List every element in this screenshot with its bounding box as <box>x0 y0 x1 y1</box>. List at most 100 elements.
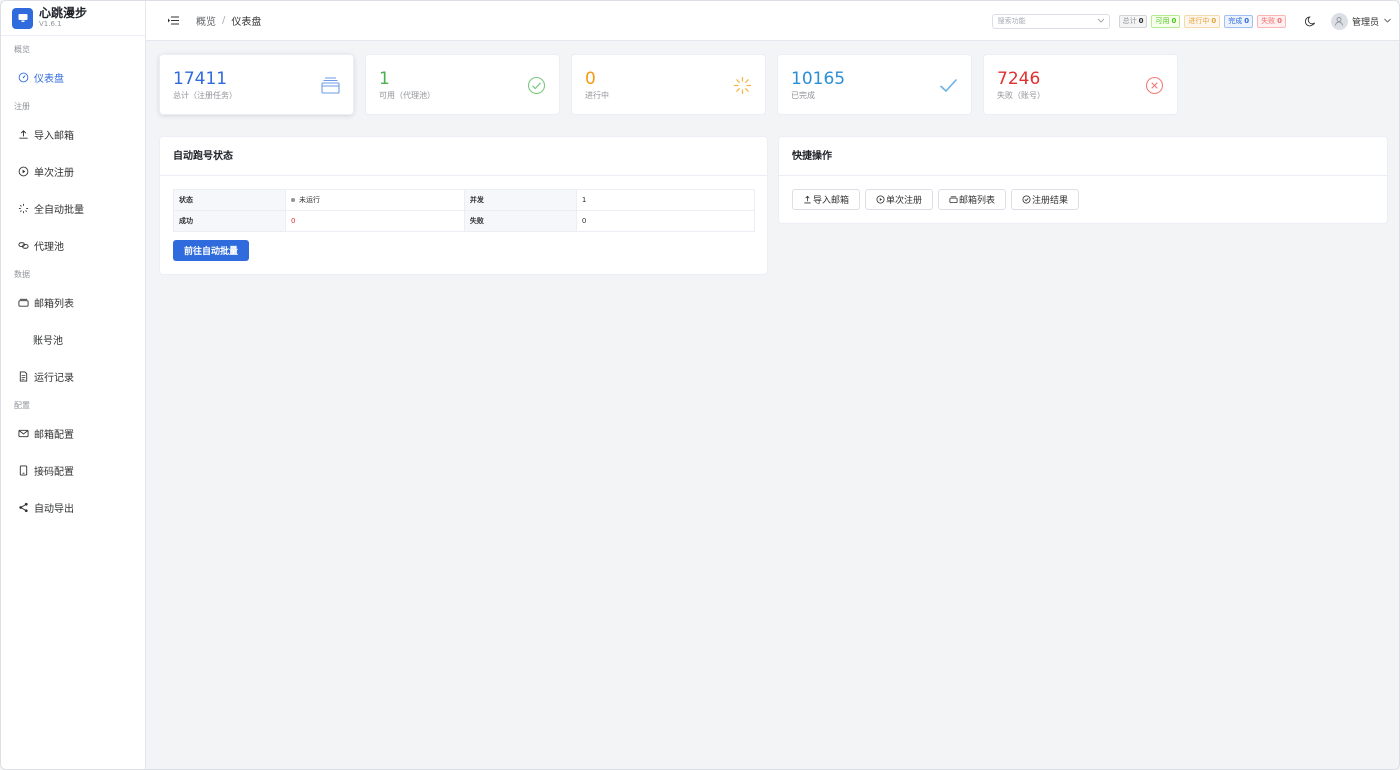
success-label: 成功 <box>173 210 286 232</box>
stat-card-total[interactable]: 17411 总计（注册任务） <box>159 54 354 115</box>
play-circle-icon <box>876 195 885 204</box>
document-icon <box>17 371 29 383</box>
sidebar-item-label: 接码配置 <box>34 467 74 478</box>
upload-icon <box>17 129 29 141</box>
breadcrumb-separator: / <box>222 15 226 26</box>
tag-label: 失败 <box>1261 17 1276 25</box>
dashboard-icon <box>17 72 29 84</box>
user-name: 管理员 <box>1351 17 1379 28</box>
stat-card-available[interactable]: 1 可用（代理池） <box>365 54 560 115</box>
quick-mail-list-button[interactable]: 邮箱列表 <box>938 189 1007 210</box>
fail-value: 0 <box>575 210 756 232</box>
sidebar-item-label: 全自动批量 <box>34 205 84 216</box>
status-label: 状态 <box>173 189 286 211</box>
stat-card-running[interactable]: 0 进行中 <box>571 54 766 115</box>
concurrency-label: 并发 <box>463 189 577 211</box>
link-icon <box>17 240 29 252</box>
fail-label: 失败 <box>463 210 577 232</box>
quick-register-result-button[interactable]: 注册结果 <box>1011 189 1080 210</box>
close-circle-icon <box>1145 76 1164 95</box>
status-tag-done: 完成 0 <box>1224 14 1254 28</box>
sidebar-item-label: 自动导出 <box>34 504 74 515</box>
sidebar-item-mail-list[interactable]: 邮箱列表 <box>1 284 145 321</box>
loading-icon <box>17 203 29 215</box>
panel-title: 快捷操作 <box>779 137 1387 176</box>
play-circle-icon <box>17 166 29 178</box>
button-label: 导入邮箱 <box>813 196 850 206</box>
status-tag-failed: 失败 0 <box>1257 14 1286 28</box>
sidebar-item-label: 仪表盘 <box>34 74 64 85</box>
status-tag-total: 总计 0 <box>1118 14 1148 28</box>
brand-version: V1.6.1 <box>39 20 62 29</box>
status-table: 状态 未运行 并发 1 成功 0 失败 0 <box>173 189 756 232</box>
breadcrumb-item[interactable]: 概览 <box>196 13 216 28</box>
sidebar-item-proxy-pool[interactable]: 代理池 <box>1 227 145 264</box>
quick-actions-panel: 快捷操作 导入邮箱 单次注册 邮箱列表 注册结果 <box>778 136 1388 224</box>
chevron-down-icon <box>1097 17 1105 25</box>
tag-label: 总计 <box>1122 17 1137 25</box>
tag-label: 进行中 <box>1188 17 1210 25</box>
sidebar-item-label: 单次注册 <box>34 168 74 179</box>
sidebar-item-auto-export[interactable]: 自动导出 <box>1 489 145 526</box>
stat-card-failed[interactable]: 7246 失败（账号） <box>983 54 1178 115</box>
tag-value: 0 <box>1211 17 1217 25</box>
tag-value: 0 <box>1138 17 1144 25</box>
status-dot <box>290 198 295 202</box>
nav-group-title-register: 注册 <box>14 102 30 111</box>
sidebar-item-label: 运行记录 <box>34 373 74 384</box>
button-label: 邮箱列表 <box>959 196 996 206</box>
tag-value: 0 <box>1171 17 1177 25</box>
stats-row: 17411 总计（注册任务） 1 可用（代理池） 0 进行中 10165 已完成 <box>159 54 1189 115</box>
quick-actions: 导入邮箱 单次注册 邮箱列表 注册结果 <box>792 189 1084 210</box>
quick-single-register-button[interactable]: 单次注册 <box>865 189 934 210</box>
sidebar-item-label: 导入邮箱 <box>34 131 74 142</box>
monitor-icon <box>12 7 33 29</box>
menu-fold-icon[interactable] <box>167 15 179 27</box>
function-search-select[interactable]: 搜索功能 <box>991 13 1110 29</box>
tag-label: 完成 <box>1228 17 1243 25</box>
sidebar-item-sms-config[interactable]: 接码配置 <box>1 452 145 489</box>
button-label: 单次注册 <box>886 196 923 206</box>
status-tag-running: 进行中 0 <box>1184 14 1221 28</box>
breadcrumb: 概览 / 仪表盘 <box>196 13 261 28</box>
sidebar-item-import-mail[interactable]: 导入邮箱 <box>1 116 145 153</box>
nav-group-title-overview: 概览 <box>14 45 30 54</box>
box-icon <box>17 297 29 309</box>
sidebar-item-auto-batch[interactable]: 全自动批量 <box>1 190 145 227</box>
sidebar-item-label: 邮箱配置 <box>34 430 74 441</box>
quick-import-mail-button[interactable]: 导入邮箱 <box>792 189 861 210</box>
top-header: 概览 / 仪表盘 搜索功能 总计 0 可用 0 进行中 0 完成 0 失败 0 … <box>146 1 1399 41</box>
brand[interactable]: 心跳漫步 V1.6.1 <box>1 1 145 36</box>
tag-value: 0 <box>1277 17 1282 25</box>
user-menu[interactable]: 管理员 <box>1330 12 1391 30</box>
header-right: 搜索功能 总计 0 可用 0 进行中 0 完成 0 失败 0 管理员 <box>991 1 1391 41</box>
table-row: 状态 未运行 并发 1 <box>173 189 756 211</box>
app-window: 心跳漫步 V1.6.1 概览 仪表盘 注册 导入邮箱 单次注册 全自动批量 代理… <box>0 0 1400 770</box>
status-tag-available: 可用 0 <box>1151 14 1181 28</box>
nav-group-title-data: 数据 <box>14 270 30 279</box>
status-text: 未运行 <box>298 196 320 204</box>
sidebar-item-account-pool[interactable]: 账号池 <box>1 321 145 358</box>
chevron-down-icon <box>1384 16 1391 26</box>
sidebar-item-single-register[interactable]: 单次注册 <box>1 153 145 190</box>
check-circle-icon <box>527 76 546 95</box>
sidebar-item-mail-config[interactable]: 邮箱配置 <box>1 415 145 452</box>
button-label: 注册结果 <box>1032 196 1069 206</box>
sidebar-item-run-log[interactable]: 运行记录 <box>1 358 145 395</box>
stat-card-done[interactable]: 10165 已完成 <box>777 54 972 115</box>
box-icon <box>949 196 958 204</box>
avatar <box>1330 12 1348 30</box>
loading-icon <box>733 76 752 95</box>
sidebar-item-label: 代理池 <box>34 242 64 253</box>
phone-icon <box>17 465 29 477</box>
moon-icon[interactable] <box>1304 16 1316 27</box>
nav-group-title-config: 配置 <box>14 401 30 410</box>
box-icon <box>321 76 340 95</box>
go-auto-batch-button[interactable]: 前往自动批量 <box>173 240 249 261</box>
share-icon <box>17 502 29 514</box>
sidebar-item-dashboard[interactable]: 仪表盘 <box>1 59 145 96</box>
auto-run-status-panel: 自动跑号状态 状态 未运行 并发 1 成功 0 失败 0 前往自动批量 <box>159 136 768 275</box>
table-row: 成功 0 失败 0 <box>173 210 756 232</box>
sidebar-item-label: 账号池 <box>33 336 63 347</box>
check-circle-icon <box>1022 195 1031 204</box>
